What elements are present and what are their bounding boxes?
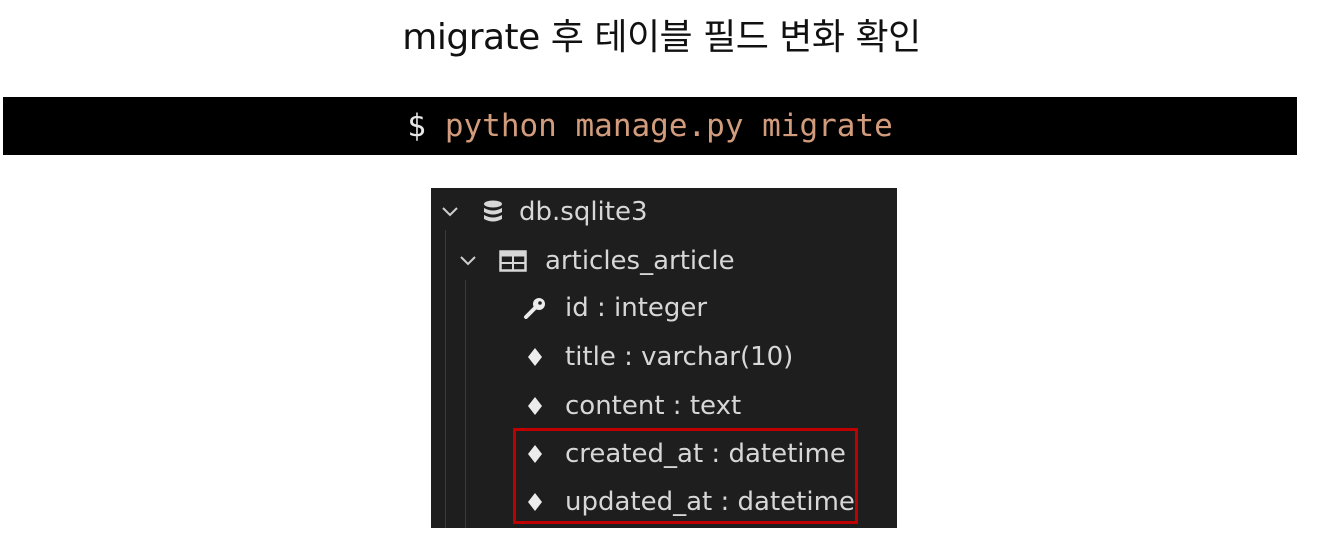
field-label: id : integer xyxy=(565,293,708,323)
chevron-down-icon[interactable] xyxy=(457,250,479,272)
database-icon xyxy=(483,200,503,224)
diamond-icon xyxy=(523,347,547,367)
field-id[interactable]: id : integer xyxy=(523,288,707,328)
tree-item-label: db.sqlite3 xyxy=(519,197,648,227)
database-explorer-panel: db.sqlite3 articles_article id : integer xyxy=(431,188,897,528)
tree-item-database[interactable]: db.sqlite3 xyxy=(439,192,648,232)
terminal-command-bar: $ python manage.py migrate xyxy=(3,97,1297,155)
terminal-command: python manage.py migrate xyxy=(444,108,893,144)
chevron-down-icon[interactable] xyxy=(439,201,461,223)
tree-item-label: articles_article xyxy=(545,246,735,276)
field-label: content : text xyxy=(565,391,742,421)
tree-indent-guide xyxy=(465,280,466,528)
terminal-prompt: $ xyxy=(407,108,426,144)
tree-indent-guide xyxy=(445,230,446,528)
page-title: migrate 후 테이블 필드 변화 확인 xyxy=(402,17,921,58)
diamond-icon xyxy=(523,396,547,416)
new-fields-highlight-box xyxy=(513,428,858,524)
field-title[interactable]: title : varchar(10) xyxy=(523,337,793,377)
tree-item-table[interactable]: articles_article xyxy=(457,241,735,281)
key-icon xyxy=(523,297,547,319)
field-content[interactable]: content : text xyxy=(523,386,741,426)
table-icon xyxy=(499,250,527,272)
field-label: title : varchar(10) xyxy=(565,342,794,372)
